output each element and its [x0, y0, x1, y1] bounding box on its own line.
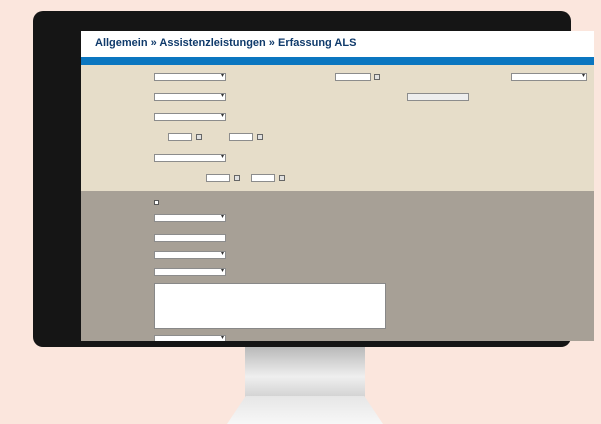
field-select-5[interactable] — [154, 154, 226, 162]
field-select-9[interactable] — [154, 335, 226, 341]
time-from-field[interactable] — [168, 133, 192, 141]
field-select-8[interactable] — [154, 268, 226, 276]
date-field[interactable] — [335, 73, 371, 81]
time-to-field[interactable] — [229, 133, 253, 141]
calendar-icon[interactable] — [374, 74, 380, 80]
monitor: Allgemein » Assistenzleistungen » Erfass… — [33, 11, 594, 347]
checkbox[interactable] — [154, 200, 159, 205]
field-select-4[interactable] — [154, 113, 226, 121]
notes-textarea[interactable] — [154, 283, 386, 329]
calendar-icon[interactable] — [234, 175, 240, 181]
form-top-panel — [81, 65, 594, 191]
accent-bar — [81, 57, 594, 65]
monitor-stand-base — [227, 396, 383, 424]
calendar-icon[interactable] — [279, 175, 285, 181]
page-title: Allgemein » Assistenzleistungen » Erfass… — [95, 37, 357, 49]
field-select-6[interactable] — [154, 214, 226, 222]
time-to-field-2[interactable] — [251, 174, 275, 182]
field-select-7[interactable] — [154, 251, 226, 259]
monitor-stand-neck — [245, 347, 365, 401]
title-bar: Allgemein » Assistenzleistungen » Erfass… — [81, 31, 594, 57]
form-bottom-panel — [81, 191, 594, 341]
field-select-2[interactable] — [511, 73, 587, 81]
field-select-1[interactable] — [154, 73, 226, 81]
calendar-icon[interactable] — [257, 134, 263, 140]
time-from-field-2[interactable] — [206, 174, 230, 182]
app-screen: Allgemein » Assistenzleistungen » Erfass… — [81, 31, 594, 341]
field-select-3[interactable] — [154, 93, 226, 101]
calendar-icon[interactable] — [196, 134, 202, 140]
readonly-field — [407, 93, 469, 101]
amount-field[interactable] — [154, 234, 226, 242]
